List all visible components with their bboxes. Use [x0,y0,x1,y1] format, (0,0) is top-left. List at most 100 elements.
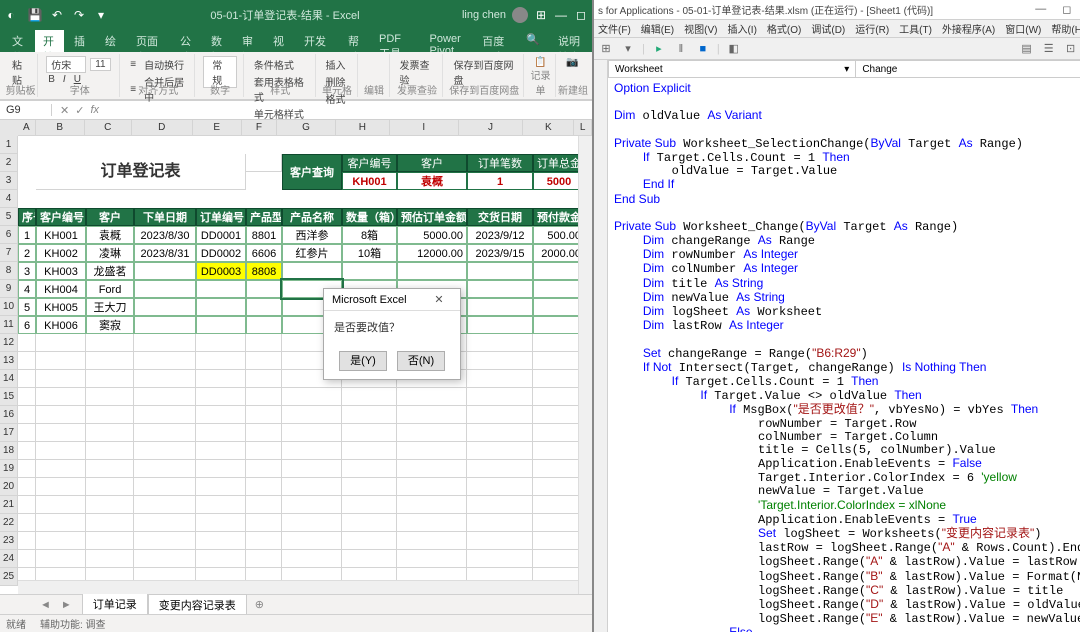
cell[interactable]: 5000.00 [397,226,467,244]
cell[interactable] [282,550,342,568]
cell[interactable]: 2023/9/12 [467,226,533,244]
cell[interactable] [467,496,533,514]
ribbon-tab-5[interactable]: 公式 [172,30,201,52]
cell[interactable]: 王大刀 [86,298,134,316]
cell[interactable]: Ford [86,280,134,298]
vba-reset-icon[interactable]: ■ [695,41,711,57]
cell[interactable] [86,334,134,352]
cell[interactable]: 数量（箱） [342,208,397,226]
cell[interactable] [134,406,196,424]
cell[interactable] [342,442,397,460]
cell[interactable] [134,280,196,298]
cell[interactable] [467,532,533,550]
cell[interactable] [86,424,134,442]
cell[interactable] [18,334,36,352]
cell[interactable] [467,352,533,370]
ribbon-tab-12[interactable]: Power Pivot [422,30,473,52]
vba-minimize-icon[interactable]: — [1031,3,1050,16]
cell[interactable] [467,424,533,442]
cell[interactable] [196,424,246,442]
row-header-21[interactable]: 21 [0,496,18,514]
cell[interactable] [196,352,246,370]
cell[interactable] [246,442,282,460]
cell[interactable] [196,496,246,514]
cell[interactable] [36,496,86,514]
cell[interactable] [36,406,86,424]
cell[interactable] [196,298,246,316]
cell[interactable]: 3 [18,262,36,280]
cell[interactable]: 6 [18,316,36,334]
vba-menu-0[interactable]: 文件(F) [598,21,631,36]
cell[interactable] [282,406,342,424]
cell[interactable] [246,460,282,478]
col-header-D[interactable]: D [132,120,193,136]
new-sheet-button[interactable]: ⊕ [247,598,272,611]
cell[interactable] [18,460,36,478]
cell[interactable] [18,478,36,496]
user-avatar[interactable] [512,7,528,23]
row-header-16[interactable]: 16 [0,406,18,424]
msgbox-no-button[interactable]: 否(N) [397,351,445,371]
cell[interactable] [36,352,86,370]
vba-menu-6[interactable]: 运行(R) [855,21,889,36]
cell[interactable]: 袁概 [86,226,134,244]
ribbon-tab-9[interactable]: 开发工具 [296,30,338,52]
cell[interactable] [86,460,134,478]
cell[interactable] [18,550,36,568]
ribbon-tab-2[interactable]: 插入 [66,30,95,52]
cell[interactable]: 5 [18,298,36,316]
row-header-6[interactable]: 6 [0,226,18,244]
cell[interactable] [196,442,246,460]
row-header-11[interactable]: 11 [0,316,18,334]
vba-properties-icon[interactable]: ☰ [1041,41,1057,57]
vba-run-icon[interactable]: ▸ [651,41,667,57]
cell[interactable]: 2023/9/15 [467,244,533,262]
cell[interactable] [246,478,282,496]
row-header-7[interactable]: 7 [0,244,18,262]
cell[interactable]: 10箱 [342,244,397,262]
cell[interactable] [36,514,86,532]
vba-maximize-icon[interactable]: ◻ [1058,3,1075,16]
cell[interactable] [18,514,36,532]
cell[interactable]: 下单日期 [134,208,196,226]
col-header-H[interactable]: H [336,120,390,136]
cell[interactable] [18,424,36,442]
vertical-scrollbar[interactable] [578,136,592,594]
cell[interactable] [18,532,36,550]
cell[interactable] [467,334,533,352]
msgbox-close-icon[interactable]: ✕ [426,293,452,306]
restore-icon[interactable]: ◻ [574,8,588,22]
row-header-5[interactable]: 5 [0,208,18,226]
row-header-12[interactable]: 12 [0,334,18,352]
cell[interactable] [196,460,246,478]
cell[interactable] [342,388,397,406]
col-header-E[interactable]: E [193,120,242,136]
cell[interactable] [397,388,467,406]
cell[interactable]: 预估订单金额 [397,208,467,226]
vba-object-icon[interactable]: ⊡ [1063,41,1079,57]
vba-menu-5[interactable]: 调试(D) [811,21,845,36]
cell[interactable] [86,514,134,532]
cancel-formula-icon[interactable]: ✕ [60,104,69,117]
cell[interactable] [196,316,246,334]
vba-object-dropdown[interactable]: Worksheet▾ [609,61,856,77]
cell[interactable] [467,406,533,424]
fx-icon[interactable]: fx [90,104,99,117]
sheet-nav-next[interactable]: ► [61,599,72,611]
cell[interactable] [467,316,533,334]
cell[interactable] [467,550,533,568]
vba-menu-2[interactable]: 视图(V) [684,21,717,36]
cell[interactable] [397,262,467,280]
cell[interactable] [36,550,86,568]
row-header-25[interactable]: 25 [0,568,18,586]
vba-menu-7[interactable]: 工具(T) [899,21,932,36]
cell[interactable]: DD0001 [196,226,246,244]
row-header-15[interactable]: 15 [0,388,18,406]
cell[interactable] [36,388,86,406]
cell[interactable] [282,460,342,478]
cell[interactable] [134,316,196,334]
cell[interactable]: KH003 [36,262,86,280]
ribbon-tab-6[interactable]: 数据 [203,30,232,52]
cell[interactable] [36,460,86,478]
cell[interactable] [397,496,467,514]
